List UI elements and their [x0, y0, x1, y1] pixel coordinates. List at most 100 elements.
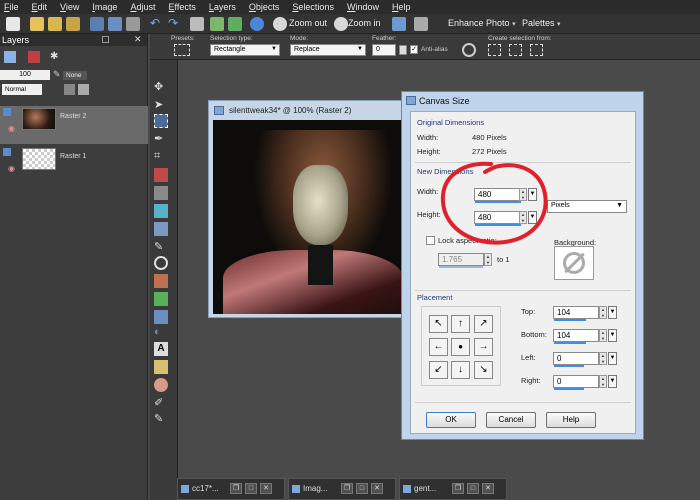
minimized-window-2[interactable]: Imag... ❐ □ ✕ [288, 478, 396, 500]
new-file-icon[interactable] [6, 17, 20, 31]
apply-icon[interactable] [462, 43, 476, 57]
background-color-swatch[interactable] [554, 246, 594, 280]
menu-effects[interactable]: Effects [168, 2, 195, 12]
close-icon[interactable]: ✕ [482, 483, 494, 494]
blend-mode-select[interactable]: Normal [2, 84, 42, 95]
maximize-icon[interactable]: □ [356, 483, 368, 494]
feather-spinner[interactable] [399, 45, 407, 55]
ok-button[interactable]: OK [426, 412, 476, 428]
menu-file[interactable]: File [4, 2, 19, 12]
warp-brush-icon[interactable]: ✎ [154, 412, 168, 426]
dropper-tool-icon[interactable]: ✒ [154, 132, 168, 146]
smudge-tool-icon[interactable] [154, 274, 168, 288]
right-input[interactable]: 0 [553, 375, 599, 390]
none-label[interactable]: None [63, 71, 87, 80]
close-icon[interactable]: ✕ [134, 34, 142, 45]
bottom-dropdown[interactable]: ▼ [608, 329, 617, 342]
layer-icon[interactable] [210, 17, 224, 31]
close-icon[interactable]: ✕ [371, 483, 383, 494]
arrange-icon[interactable] [228, 17, 242, 31]
layer-effects-icon[interactable]: ✱ [50, 51, 62, 63]
menu-layers[interactable]: Layers [209, 2, 236, 12]
left-slider-bar[interactable] [554, 365, 584, 367]
right-dropdown[interactable]: ▼ [608, 375, 617, 388]
presets-picker[interactable] [174, 44, 190, 56]
menu-adjust[interactable]: Adjust [130, 2, 155, 12]
pictures-icon[interactable] [66, 17, 80, 31]
top-slider-bar[interactable] [554, 319, 586, 321]
bottom-input[interactable]: 104 [553, 329, 599, 344]
bottom-spinner[interactable]: ▲ ▼ [599, 329, 607, 342]
antialias-checkbox[interactable]: ✓ [410, 45, 418, 54]
placement-bottom-left-icon[interactable]: ↙ [429, 361, 448, 379]
zoom-in-icon[interactable] [334, 17, 348, 31]
save-as-icon[interactable] [108, 17, 122, 31]
view-options-icon[interactable] [414, 17, 428, 31]
opacity-slider[interactable]: 100 [0, 70, 50, 80]
menu-image[interactable]: Image [92, 2, 117, 12]
menu-help[interactable]: Help [392, 2, 411, 12]
aspect-ratio-input[interactable]: 1.765 [438, 253, 484, 268]
dodge-tool-icon[interactable] [154, 256, 168, 270]
zoom-out-button[interactable]: Zoom out [289, 18, 327, 28]
restore-icon[interactable]: ❐ [341, 483, 353, 494]
clone-tool-icon[interactable] [154, 204, 168, 218]
placement-bottom-icon[interactable]: ↓ [451, 361, 470, 379]
menu-edit[interactable]: Edit [32, 2, 48, 12]
pen-tool-icon[interactable]: ✐ [154, 396, 168, 410]
placement-top-icon[interactable]: ↑ [451, 315, 470, 333]
close-icon[interactable]: ✕ [260, 483, 272, 494]
placement-bottom-right-icon[interactable]: ↘ [474, 361, 493, 379]
zoom-in-button[interactable]: Zoom in [348, 18, 381, 28]
enhance-photo-button[interactable]: Enhance Photo ▾ [448, 18, 516, 28]
restore-icon[interactable]: ❐ [230, 483, 242, 494]
feather-input[interactable]: 0 [372, 44, 396, 56]
paint-brush-icon[interactable]: ✎ [154, 240, 168, 254]
layer-row-raster-2[interactable]: ◉ Raster 2 [0, 106, 148, 144]
undo-icon[interactable]: ↶ [150, 17, 164, 31]
top-input[interactable]: 104 [553, 306, 599, 321]
placement-center-icon[interactable]: ● [451, 338, 470, 356]
edit-icon[interactable]: ✎ [53, 69, 61, 80]
top-dropdown[interactable]: ▼ [608, 306, 617, 319]
image-canvas[interactable] [213, 120, 405, 314]
left-dropdown[interactable]: ▼ [608, 352, 617, 365]
minimized-window-1[interactable]: cc17*... ❐ □ ✕ [177, 478, 285, 500]
placement-top-right-icon[interactable]: ↗ [474, 315, 493, 333]
bottom-slider-bar[interactable] [554, 342, 586, 344]
ratio-spinner[interactable]: ▲ ▼ [484, 253, 492, 266]
print-icon[interactable] [126, 17, 140, 31]
histogram-icon[interactable] [392, 17, 406, 31]
menu-selections[interactable]: Selections [292, 2, 334, 12]
scratch-remover-icon[interactable] [154, 222, 168, 236]
right-spinner[interactable]: ▲ ▼ [599, 375, 607, 388]
lock-icon[interactable] [78, 84, 89, 95]
top-spinner[interactable]: ▲ ▼ [599, 306, 607, 319]
left-spinner[interactable]: ▲ ▼ [599, 352, 607, 365]
right-slider-bar[interactable] [554, 388, 584, 390]
left-input[interactable]: 0 [553, 352, 599, 367]
open-folder-icon[interactable] [30, 17, 44, 31]
minimized-window-3[interactable]: gent... ❐ □ ✕ [399, 478, 507, 500]
maximize-icon[interactable]: □ [467, 483, 479, 494]
preset-shape-icon[interactable] [154, 360, 168, 374]
image-window[interactable]: silenttweak34* @ 100% (Raster 2) [208, 100, 408, 318]
selection-from-merged-icon[interactable] [530, 44, 543, 56]
maximize-icon[interactable]: □ [245, 483, 257, 494]
crop-tool-icon[interactable]: ⌗ [154, 150, 168, 164]
menu-view[interactable]: View [60, 2, 79, 12]
units-select[interactable]: Pixels ▼ [547, 200, 627, 213]
mode-select[interactable]: Replace ▼ [290, 44, 366, 56]
redo-icon[interactable]: ↷ [168, 17, 182, 31]
cancel-button[interactable]: Cancel [486, 412, 536, 428]
selection-from-layer-icon[interactable] [509, 44, 522, 56]
zoom-out-icon[interactable] [273, 17, 287, 31]
save-icon[interactable] [90, 17, 104, 31]
help-button[interactable]: Help [546, 412, 596, 428]
menu-window[interactable]: Window [347, 2, 379, 12]
crop-to-selection-icon[interactable] [190, 17, 204, 31]
selection-tool-icon[interactable] [154, 114, 168, 128]
new-raster-layer-icon[interactable] [4, 51, 16, 63]
flood-fill-icon[interactable] [154, 310, 168, 324]
delete-layer-icon[interactable] [28, 51, 40, 63]
